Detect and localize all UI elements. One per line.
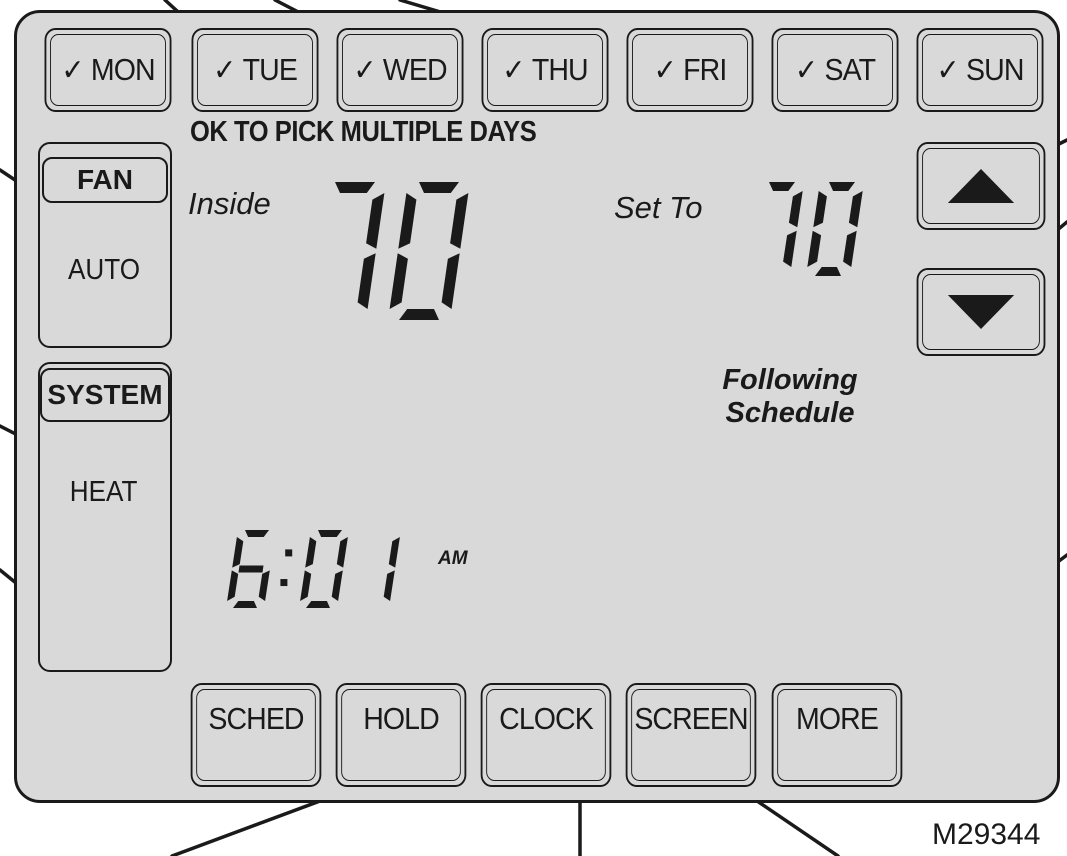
fan-mode-value: AUTO — [68, 254, 141, 286]
day-button-mon[interactable]: ✓ MON — [44, 28, 172, 112]
clock-button[interactable]: CLOCK — [480, 683, 612, 787]
figure-code: M29344 — [932, 818, 1041, 851]
digit-segment — [848, 191, 863, 228]
colon-dot — [280, 579, 288, 587]
day-button-wed[interactable]: ✓ WED — [336, 28, 464, 112]
check-icon: ✓ — [794, 53, 818, 87]
status-line-1: Following — [722, 364, 858, 396]
digit-segment — [357, 253, 376, 309]
day-label: WED — [382, 52, 448, 87]
temp-down-button[interactable] — [916, 268, 1046, 356]
set-to-label: Set To — [614, 190, 703, 225]
day-button-fri[interactable]: ✓ FRI — [626, 28, 754, 112]
inside-temp-display — [335, 182, 469, 320]
digit-segment — [331, 570, 343, 601]
digit-segment — [306, 601, 330, 608]
colon-dot — [285, 549, 293, 557]
day-button-sat[interactable]: ✓ SAT — [771, 28, 899, 112]
system-label: SYSTEM — [40, 368, 170, 422]
digit-segment — [843, 230, 857, 267]
digit-segment — [389, 253, 408, 309]
ampm-indicator: AM — [438, 548, 468, 569]
screen-label: SCREEN — [634, 701, 748, 736]
day-label: FRI — [683, 52, 727, 87]
digit-segment — [388, 537, 400, 568]
temp-up-button[interactable] — [916, 142, 1046, 230]
digit-segment — [807, 230, 822, 267]
clock-label: CLOCK — [499, 701, 594, 736]
up-arrow-icon — [947, 169, 1015, 203]
digit-segment — [258, 570, 270, 601]
digit-segment — [318, 530, 342, 537]
digit-segment — [419, 182, 459, 193]
more-label: MORE — [796, 701, 879, 736]
digit-segment — [813, 191, 827, 228]
clock-time-display — [227, 530, 400, 608]
inside-label: Inside — [188, 186, 271, 221]
day-label: SAT — [824, 52, 876, 87]
digit-segment — [383, 570, 395, 601]
digit-segment — [450, 193, 469, 249]
status-line-2: Schedule — [725, 397, 855, 429]
day-button-tue[interactable]: ✓ TUE — [191, 28, 319, 112]
check-icon: ✓ — [653, 53, 677, 87]
digit-segment — [238, 565, 264, 573]
screen-button[interactable]: SCREEN — [625, 683, 757, 787]
check-icon: ✓ — [936, 53, 959, 87]
digit-segment — [788, 191, 803, 228]
digit-segment — [769, 182, 795, 191]
day-label: TUE — [242, 52, 298, 87]
day-label: MON — [90, 52, 156, 87]
schedule-status: Following Schedule — [700, 364, 880, 430]
digit-segment — [366, 193, 385, 249]
digit-segment — [336, 537, 348, 568]
sched-button[interactable]: SCHED — [190, 683, 322, 787]
digit-segment — [335, 182, 375, 193]
digit-segment — [399, 309, 439, 320]
hold-button[interactable]: HOLD — [335, 683, 467, 787]
digit-segment — [398, 193, 417, 249]
day-button-thu[interactable]: ✓ THU — [481, 28, 609, 112]
digit-segment — [232, 537, 244, 568]
digit-segment — [783, 230, 797, 267]
check-icon: ✓ — [61, 53, 84, 87]
day-button-sun[interactable]: ✓ SUN — [916, 28, 1044, 112]
check-icon: ✓ — [213, 53, 236, 87]
digit-segment — [245, 530, 269, 537]
system-mode-value: HEAT — [69, 476, 138, 508]
down-arrow-icon — [947, 295, 1015, 329]
digit-segment — [305, 537, 317, 568]
multiple-days-hint: OK TO PICK MULTIPLE DAYS — [190, 116, 537, 148]
digit-segment — [815, 267, 841, 276]
digit-segment — [829, 182, 855, 191]
sched-label: SCHED — [208, 701, 304, 736]
digit-segment — [441, 253, 460, 309]
check-icon: ✓ — [502, 53, 525, 87]
check-icon: ✓ — [353, 53, 376, 87]
hold-label: HOLD — [363, 701, 439, 736]
day-label: SUN — [966, 52, 1024, 87]
set-temp-display — [769, 182, 863, 276]
more-button[interactable]: MORE — [771, 683, 903, 787]
day-label: THU — [531, 52, 589, 87]
digit-segment — [300, 570, 312, 601]
fan-label: FAN — [42, 157, 168, 203]
digit-segment — [227, 570, 239, 601]
digit-segment — [233, 601, 257, 608]
